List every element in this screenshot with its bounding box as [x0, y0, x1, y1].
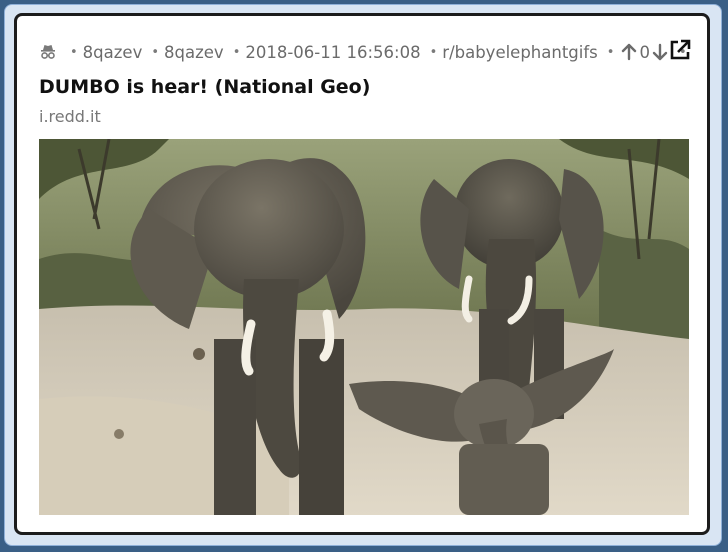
post-title[interactable]: DUMBO is hear! (National Geo): [39, 76, 370, 98]
external-link-icon[interactable]: [668, 38, 692, 62]
separator-dot: •: [151, 44, 160, 60]
score-count: 0: [639, 42, 650, 62]
incognito-icon: [39, 43, 57, 61]
post-domain[interactable]: i.redd.it: [39, 107, 101, 126]
separator-dot: •: [606, 44, 615, 60]
subreddit-link[interactable]: r/babyelephantgifs: [442, 43, 598, 62]
post-image[interactable]: [39, 139, 689, 515]
separator-dot: •: [429, 44, 438, 60]
arrow-up-icon[interactable]: [621, 43, 637, 61]
separator-dot: •: [70, 44, 78, 60]
post-meta: • 8qazev • 8qazev • 2018-06-11 16:56:08 …: [39, 40, 691, 64]
author-flair[interactable]: 8qazev: [164, 43, 224, 62]
separator-dot: •: [232, 44, 241, 60]
post-timestamp: 2018-06-11 16:56:08: [245, 42, 421, 62]
post-card: • 8qazev • 8qazev • 2018-06-11 16:56:08 …: [14, 13, 710, 535]
arrow-down-icon[interactable]: [652, 43, 668, 61]
author-link[interactable]: 8qazev: [83, 43, 143, 62]
